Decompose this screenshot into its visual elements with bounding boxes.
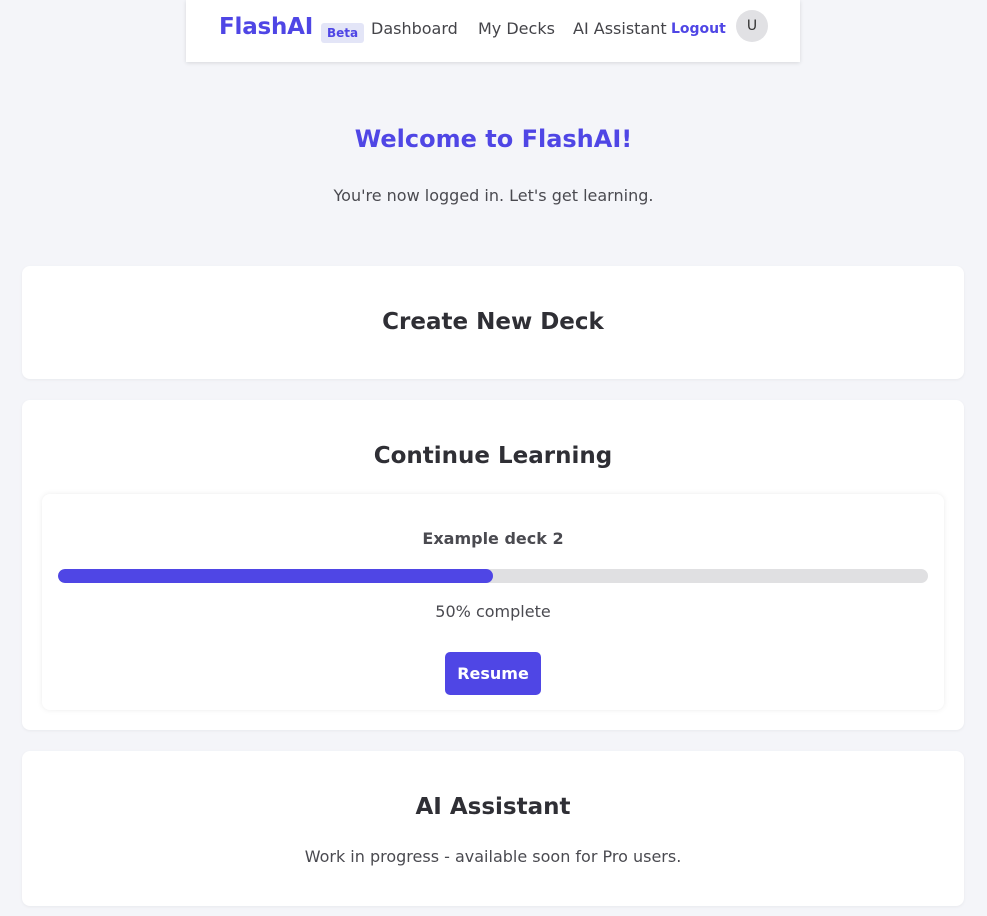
deck-progress-fill bbox=[58, 569, 493, 583]
nav-link-ai-assistant[interactable]: AI Assistant bbox=[573, 19, 667, 38]
deck-progress-item: Example deck 2 50% complete Resume bbox=[42, 494, 944, 710]
deck-progress-label: 50% complete bbox=[435, 602, 551, 621]
nav-link-dashboard[interactable]: Dashboard bbox=[371, 19, 458, 38]
user-avatar[interactable]: U bbox=[736, 10, 768, 42]
top-navbar: FlashAI Beta Dashboard My Decks AI Assis… bbox=[186, 0, 800, 62]
logout-button[interactable]: Logout bbox=[671, 21, 726, 37]
continue-learning-card: Continue Learning Example deck 2 50% com… bbox=[22, 400, 964, 730]
ai-assistant-card: AI Assistant Work in progress - availabl… bbox=[22, 751, 964, 906]
create-new-deck-title: Create New Deck bbox=[382, 309, 604, 335]
deck-name: Example deck 2 bbox=[422, 529, 564, 548]
continue-learning-title: Continue Learning bbox=[373, 443, 613, 469]
nav-link-my-decks[interactable]: My Decks bbox=[478, 19, 555, 38]
ai-assistant-title: AI Assistant bbox=[415, 794, 571, 820]
brand-logo[interactable]: FlashAI bbox=[219, 14, 313, 40]
deck-progress-bar bbox=[58, 569, 928, 583]
beta-badge: Beta bbox=[321, 23, 365, 43]
create-new-deck-card[interactable]: Create New Deck bbox=[22, 266, 964, 379]
welcome-title: Welcome to FlashAI! bbox=[354, 125, 633, 153]
resume-button[interactable]: Resume bbox=[445, 652, 541, 695]
ai-assistant-description: Work in progress - available soon for Pr… bbox=[304, 847, 682, 866]
welcome-subtitle: You're now logged in. Let's get learning… bbox=[333, 186, 654, 205]
